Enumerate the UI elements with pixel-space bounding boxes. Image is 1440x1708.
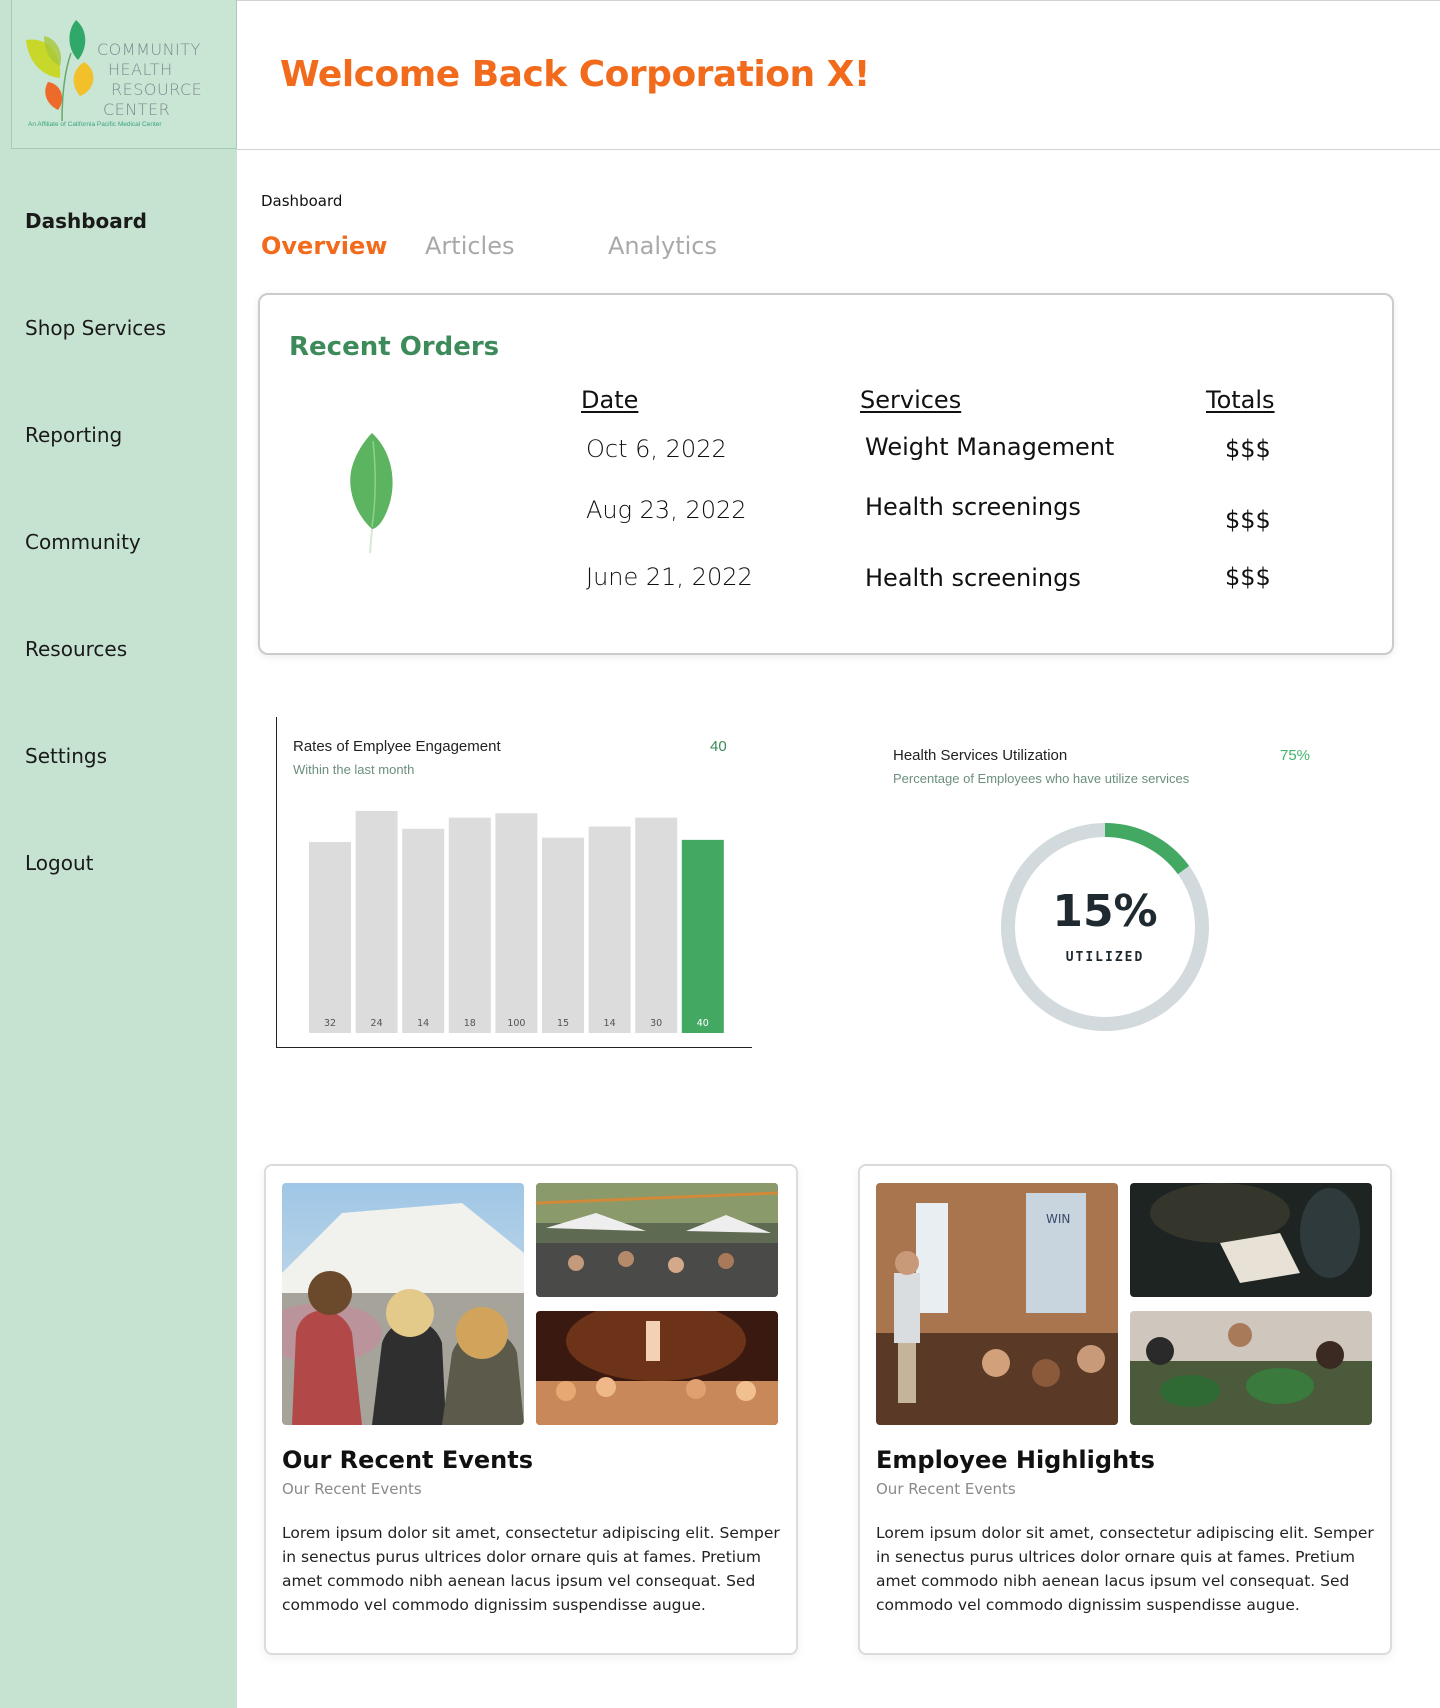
sidebar-item-settings[interactable]: Settings (25, 744, 107, 768)
sidebar: COMMUNITY HEALTH RESOURCE CENTER An Affi… (0, 0, 237, 1708)
event-festival-photo (536, 1183, 778, 1297)
utilization-title: Health Services Utilization (893, 747, 1068, 764)
card-body: Lorem ipsum dolor sit amet, consectetur … (876, 1524, 1374, 1614)
card-subtitle: Our Recent Events (282, 1480, 422, 1498)
order-date: Oct 6, 2022 (586, 435, 727, 463)
column-header-totals[interactable]: Totals (1206, 386, 1275, 414)
leaf-icon (350, 433, 393, 554)
bar-data-label: 32 (324, 1018, 336, 1029)
recent-orders-card: Recent Orders Date Services Totals Oct 6… (258, 293, 1394, 655)
page-title: Welcome Back Corporation X! (280, 54, 870, 95)
logo-tagline: An Affiliate of California Pacific Medic… (28, 121, 162, 128)
chart-bar[interactable] (635, 817, 678, 1033)
card-subtitle: Our Recent Events (876, 1480, 1016, 1498)
bar-data-label: 14 (417, 1018, 429, 1029)
tab-analytics[interactable]: Analytics (608, 232, 717, 260)
chart-bar[interactable] (355, 811, 398, 1033)
bar-chart-plot: 32 24 14 18 100 15 14 30 40 (309, 811, 724, 1033)
chart-bar[interactable] (681, 839, 724, 1033)
order-total: $$$ (1225, 435, 1271, 463)
chart-bar[interactable] (495, 813, 538, 1033)
chart-bar[interactable] (309, 842, 351, 1033)
donut-label: UTILIZED (1065, 950, 1145, 965)
sidebar-item-reporting[interactable]: Reporting (25, 423, 122, 447)
logo-line: RESOURCE (111, 80, 203, 99)
highlight-notebook-photo (1130, 1183, 1372, 1297)
leaves-logo-icon (26, 20, 94, 122)
event-concert-photo (536, 1311, 778, 1425)
chart-bar[interactable] (542, 837, 584, 1033)
sidebar-item-community[interactable]: Community (25, 530, 141, 554)
logo-line: CENTER (103, 100, 171, 119)
sidebar-item-logout[interactable]: Logout (25, 851, 93, 875)
utilization-value: 75% (1280, 747, 1311, 764)
card-title: Our Recent Events (282, 1446, 534, 1474)
tab-overview[interactable]: Overview (261, 232, 387, 260)
tab-articles[interactable]: Articles (425, 232, 515, 260)
donut-percent: 15% (1052, 886, 1158, 937)
bar-data-label: 18 (464, 1018, 476, 1029)
sidebar-item-shop-services[interactable]: Shop Services (25, 316, 166, 340)
order-service: Health screenings (865, 493, 1081, 521)
logo-line: COMMUNITY (97, 40, 201, 59)
svg-text:WIN: WIN (1046, 1212, 1070, 1226)
sidebar-item-resources[interactable]: Resources (25, 637, 127, 661)
event-crowd-photo (282, 1183, 524, 1425)
column-header-date[interactable]: Date (581, 386, 638, 414)
order-total: $$$ (1225, 563, 1271, 591)
card-body: Lorem ipsum dolor sit amet, consectetur … (282, 1524, 780, 1614)
card-title: Employee Highlights (876, 1446, 1155, 1474)
bar-data-label: 24 (371, 1018, 383, 1029)
header: Welcome Back Corporation X! (237, 0, 1440, 150)
column-header-services[interactable]: Services (860, 386, 961, 414)
order-total: $$$ (1225, 506, 1271, 534)
bar-data-label: 40 (697, 1018, 709, 1029)
highlight-workshop-photo (1130, 1311, 1372, 1425)
order-date: Aug 23, 2022 (586, 496, 747, 524)
bar-data-label: 14 (604, 1018, 616, 1029)
sidebar-item-dashboard[interactable]: Dashboard (25, 209, 147, 233)
logo[interactable]: COMMUNITY HEALTH RESOURCE CENTER An Affi… (11, 0, 237, 149)
order-service: Health screenings (865, 564, 1081, 592)
order-service: Weight Management (865, 433, 1115, 461)
breadcrumb[interactable]: Dashboard (261, 192, 342, 210)
logo-wordmark: COMMUNITY HEALTH RESOURCE CENTER (97, 40, 217, 120)
employee-highlights-card[interactable]: WIN Employee Highlights Our Recent Event… (858, 1164, 1392, 1655)
bar-data-label: 30 (650, 1018, 662, 1029)
chart-bar[interactable] (402, 828, 445, 1033)
bar-data-label: 15 (557, 1018, 569, 1029)
bar-data-label: 100 (507, 1018, 525, 1029)
order-date: June 21, 2022 (586, 563, 753, 591)
recent-events-card[interactable]: Our Recent Events Our Recent Events Lore… (264, 1164, 798, 1655)
logo-line: HEALTH (108, 60, 173, 79)
highlight-presentation-photo: WIN (876, 1183, 1118, 1425)
recent-orders-title: Recent Orders (289, 332, 500, 362)
utilization-subtitle: Percentage of Employees who have utilize… (893, 771, 1190, 786)
engagement-chart: Rates of Emplyee Engagement Within the l… (276, 717, 752, 1048)
chart-bar[interactable] (588, 826, 631, 1033)
chart-bar[interactable] (448, 817, 491, 1033)
